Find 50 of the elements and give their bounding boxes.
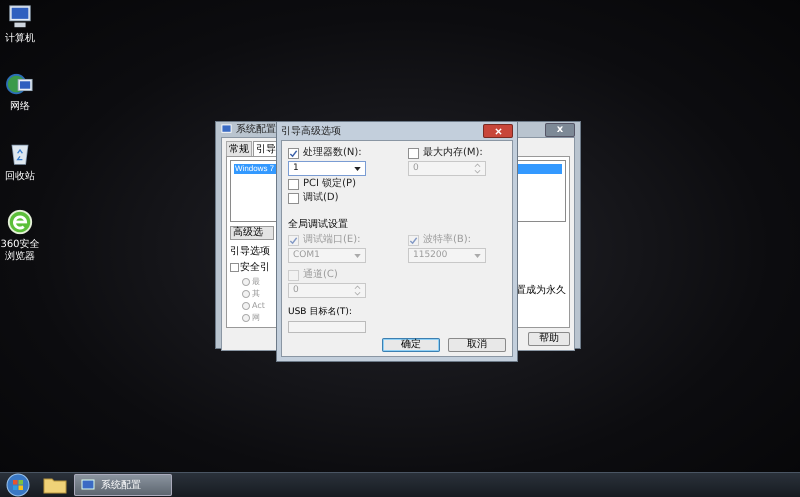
radio-button[interactable] [242,278,250,286]
window-title: 系统配置 [236,122,276,137]
input-field[interactable] [288,321,366,333]
window-icon [221,124,232,135]
checkbox[interactable] [230,263,239,272]
radio-label: Act [252,300,265,312]
radio-button[interactable] [242,290,250,298]
radio-button[interactable] [242,314,250,322]
caret-icon [354,254,361,258]
checkbox-label: PCI 锁定(P) [303,178,356,190]
close-icon [494,128,502,134]
desktop-icon-label: 回收站 [4,171,36,183]
help-button[interactable]: 帮助 [528,332,570,346]
checkbox[interactable] [408,148,419,158]
desktop-icon-label: 计算机 [4,33,36,45]
dialog-title: 引导高级选项 [281,124,341,138]
cancel-button[interactable]: 取消 [448,338,506,352]
radio-label: 网 [252,312,260,324]
spinner-icon [474,163,481,174]
field-label: USB 目标名(T): [288,307,353,318]
radio-label: 最 [252,276,260,288]
checkbox[interactable] [288,148,299,158]
advanced-options-button[interactable]: 高级选 [230,226,274,240]
ok-button[interactable]: 确定 [382,338,440,352]
taskbar-button[interactable]: 系统配置 [74,474,172,496]
caret-icon [474,254,481,258]
checkbox-label: 最大内存(M): [423,147,483,159]
desktop-icon-label: 360安全浏览器 [0,239,41,263]
start-button-icon[interactable] [6,473,30,497]
checkbox-label: 通道(C) [303,269,338,281]
tab[interactable]: 常规 [226,141,252,156]
browser-icon[interactable] [6,208,34,236]
checkbox-label: 调试(D) [303,192,339,204]
checkbox-label: 安全引 [240,260,270,275]
section-heading: 全局调试设置 [288,219,349,231]
checkbox-label: 波特率(B): [423,234,472,246]
checkbox-label: 处理器数(N): [303,147,362,159]
caret-icon [354,166,361,170]
desktop-icon-label: 网络 [9,101,31,113]
close-button[interactable]: x [545,122,575,136]
checkbox[interactable] [288,192,299,204]
window-icon [81,478,95,492]
spinner-icon [354,285,361,296]
section-label: 引导选项 [230,244,271,259]
radio-button[interactable] [242,302,250,310]
checkbox[interactable] [288,178,299,190]
close-button[interactable] [483,124,513,138]
processors-dropdown[interactable]: 1 [288,161,366,176]
radio-label: 其 [252,288,260,300]
checkbox-label: 调试端口(E): [303,234,360,246]
